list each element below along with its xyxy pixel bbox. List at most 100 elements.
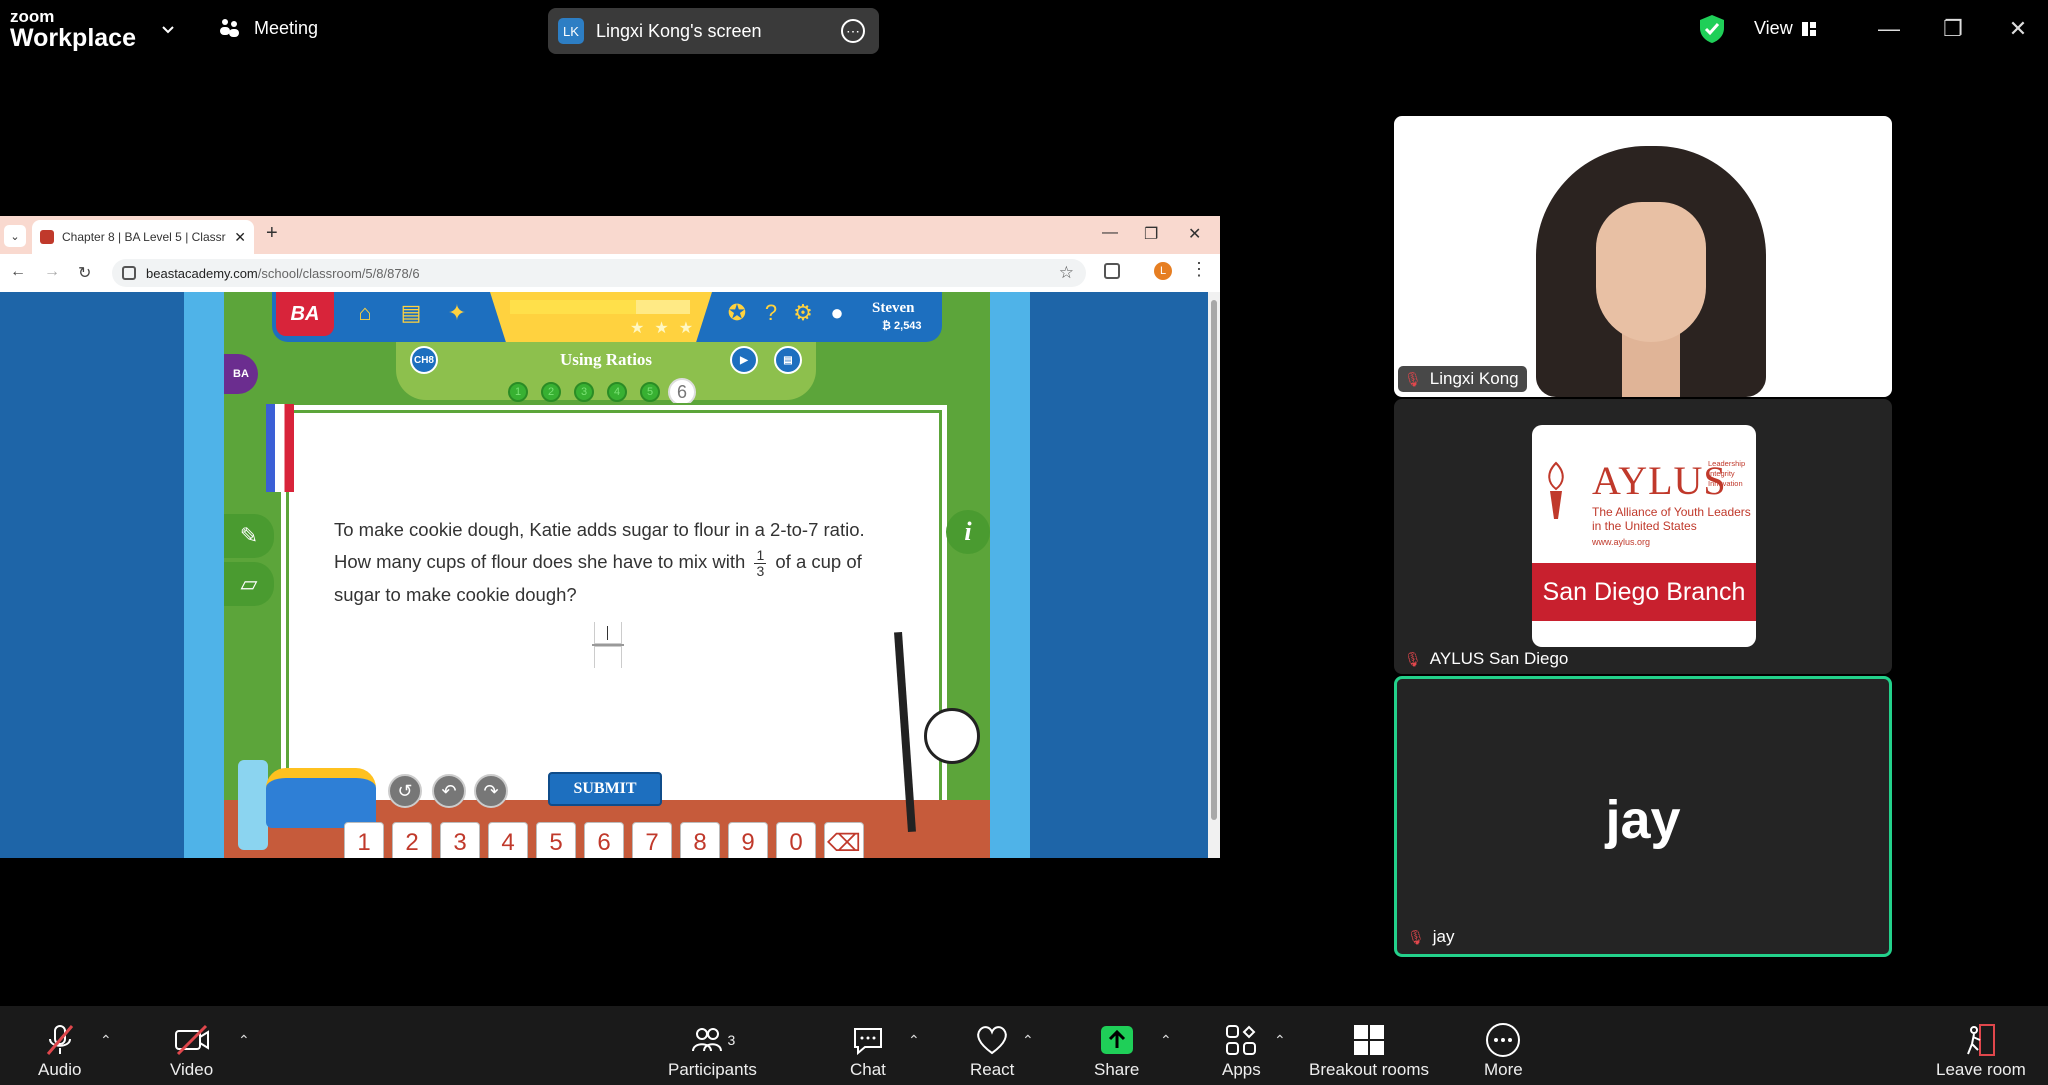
audio-label: Audio (38, 1060, 82, 1079)
profile-avatar[interactable]: L (1154, 262, 1172, 280)
ba-home-logo[interactable]: BA (276, 292, 334, 336)
numpad-key[interactable]: 3 (440, 822, 480, 858)
video-camera-icon[interactable]: ✦ (444, 300, 470, 326)
tab-search-icon[interactable]: ⌄ (4, 225, 26, 247)
progress-dot[interactable]: 1 (508, 382, 528, 402)
numpad-key[interactable]: 6 (584, 822, 624, 858)
minimize-icon[interactable]: — (1874, 14, 1904, 44)
chapter-badge[interactable]: CH8 (410, 346, 438, 374)
browser-tab[interactable]: Chapter 8 | BA Level 5 | Classroom ✕ (32, 220, 254, 254)
share-button[interactable]: Share (1094, 1020, 1139, 1080)
view-layout-icon (1801, 21, 1816, 36)
tab-close-icon[interactable]: ✕ (234, 229, 246, 246)
participant-video-jay[interactable]: jay 🎙︎ jay (1394, 676, 1892, 957)
numpad-key[interactable]: 5 (536, 822, 576, 858)
muted-mic-icon: 🎙︎ (1407, 928, 1425, 945)
browser-maximize-icon[interactable]: ❐ (1144, 224, 1158, 244)
book-icon[interactable]: ▤ (398, 300, 424, 326)
numpad-key[interactable]: 0 (776, 822, 816, 858)
video-button[interactable]: Video (170, 1020, 213, 1080)
participants-button[interactable]: 3 Participants (668, 1020, 757, 1080)
bookmark-star-icon[interactable]: ☆ (1059, 263, 1074, 283)
participant-video-lingxi[interactable]: 🎙︎ Lingxi Kong (1394, 116, 1892, 397)
read-guide-icon[interactable]: ▤ (774, 346, 802, 374)
current-progress-dot[interactable]: 6 (668, 378, 696, 406)
participant-initial-name: jay (1605, 790, 1681, 850)
medal-decoration (266, 404, 294, 492)
view-button[interactable]: View (1754, 18, 1817, 39)
numpad-key[interactable]: 2 (392, 822, 432, 858)
encryption-shield-icon[interactable] (1698, 14, 1726, 44)
progress-dot[interactable]: 2 (541, 382, 561, 402)
apps-button[interactable]: Apps (1222, 1020, 1261, 1080)
back-icon[interactable]: ← (10, 263, 26, 281)
audio-options-chevron-icon[interactable]: ⌃ (100, 1032, 112, 1049)
shared-screen[interactable]: ⌄ Chapter 8 | BA Level 5 | Classroom ✕ +… (0, 216, 1220, 858)
browser-minimize-icon[interactable]: — (1102, 224, 1118, 242)
breakout-grid-icon (1352, 1020, 1386, 1060)
answer-denominator-box[interactable] (594, 646, 622, 668)
participant-video-aylus[interactable]: AYLUS Leadership Integrity Innovation Th… (1394, 399, 1892, 674)
profile-badge-icon[interactable]: ● (824, 300, 850, 326)
close-icon[interactable]: ✕ (2003, 14, 2033, 44)
view-label: View (1754, 18, 1793, 38)
fraction-answer-input[interactable] (592, 622, 624, 668)
backspace-key-icon[interactable]: ⌫ (824, 822, 864, 858)
page-scrollbar[interactable] (1208, 292, 1220, 858)
react-options-chevron-icon[interactable]: ⌃ (1022, 1032, 1034, 1049)
user-name[interactable]: Steven (872, 300, 915, 317)
chevron-down-icon[interactable] (158, 20, 178, 40)
participant-photo (1536, 146, 1766, 397)
eraser-icon[interactable]: ▱ (224, 562, 274, 606)
progress-dot[interactable]: 5 (640, 382, 660, 402)
more-button[interactable]: More (1484, 1020, 1523, 1080)
submit-button[interactable]: SUBMIT (548, 772, 662, 806)
help-icon[interactable]: ? (758, 300, 784, 326)
progress-meter: ★★★ (490, 292, 712, 348)
more-options-icon[interactable]: ⋯ (841, 19, 865, 43)
reload-icon[interactable]: ↻ (78, 263, 91, 283)
breakout-rooms-button[interactable]: Breakout rooms (1309, 1020, 1429, 1080)
share-options-chevron-icon[interactable]: ⌃ (1160, 1032, 1172, 1049)
play-video-icon[interactable]: ▶ (730, 346, 758, 374)
progress-dot[interactable]: 3 (574, 382, 594, 402)
info-button[interactable]: i (946, 510, 990, 554)
answer-numerator-box[interactable] (594, 622, 622, 644)
pencil-icon[interactable]: ✎ (224, 514, 274, 558)
gym-bag-decoration (266, 768, 376, 828)
extensions-icon[interactable] (1104, 263, 1120, 279)
ba-side-tab[interactable]: BA (224, 354, 258, 394)
apps-options-chevron-icon[interactable]: ⌃ (1274, 1032, 1286, 1049)
forward-icon[interactable]: → (44, 263, 60, 281)
logo-small-text: zoom (10, 7, 55, 26)
undo-icon[interactable]: ↶ (432, 774, 466, 808)
restore-icon[interactable]: ❐ (1938, 14, 1968, 44)
meeting-button[interactable]: Meeting (218, 16, 318, 40)
numpad-key[interactable]: 9 (728, 822, 768, 858)
numpad-key[interactable]: 4 (488, 822, 528, 858)
reset-icon[interactable]: ↺ (388, 774, 422, 808)
sharer-avatar: LK (558, 18, 584, 44)
settings-gear-icon[interactable]: ⚙ (790, 300, 816, 326)
scrollbar-thumb[interactable] (1211, 300, 1217, 820)
browser-close-icon[interactable]: ✕ (1188, 224, 1201, 244)
award-icon[interactable]: ✪ (724, 300, 750, 326)
video-options-chevron-icon[interactable]: ⌃ (238, 1032, 250, 1049)
screen-share-pill[interactable]: LK Lingxi Kong's screen ⋯ (548, 8, 879, 54)
numpad-key[interactable]: 7 (632, 822, 672, 858)
leave-room-button[interactable]: Leave room (1936, 1020, 2026, 1080)
audio-button[interactable]: Audio (38, 1020, 81, 1080)
new-tab-icon[interactable]: + (266, 222, 278, 245)
chat-button[interactable]: Chat (850, 1020, 886, 1080)
progress-dot[interactable]: 4 (607, 382, 627, 402)
numpad-key[interactable]: 1 (344, 822, 384, 858)
home-icon[interactable]: ⌂ (352, 300, 378, 326)
react-button[interactable]: React (970, 1020, 1014, 1080)
numpad-key[interactable]: 8 (680, 822, 720, 858)
url-field[interactable]: beastacademy.com/school/classroom/5/8/87… (112, 259, 1086, 287)
chat-options-chevron-icon[interactable]: ⌃ (908, 1032, 920, 1049)
video-label: Video (170, 1060, 214, 1079)
site-info-icon[interactable] (122, 266, 136, 280)
browser-menu-icon[interactable]: ⋮ (1190, 259, 1208, 280)
redo-icon[interactable]: ↷ (474, 774, 508, 808)
